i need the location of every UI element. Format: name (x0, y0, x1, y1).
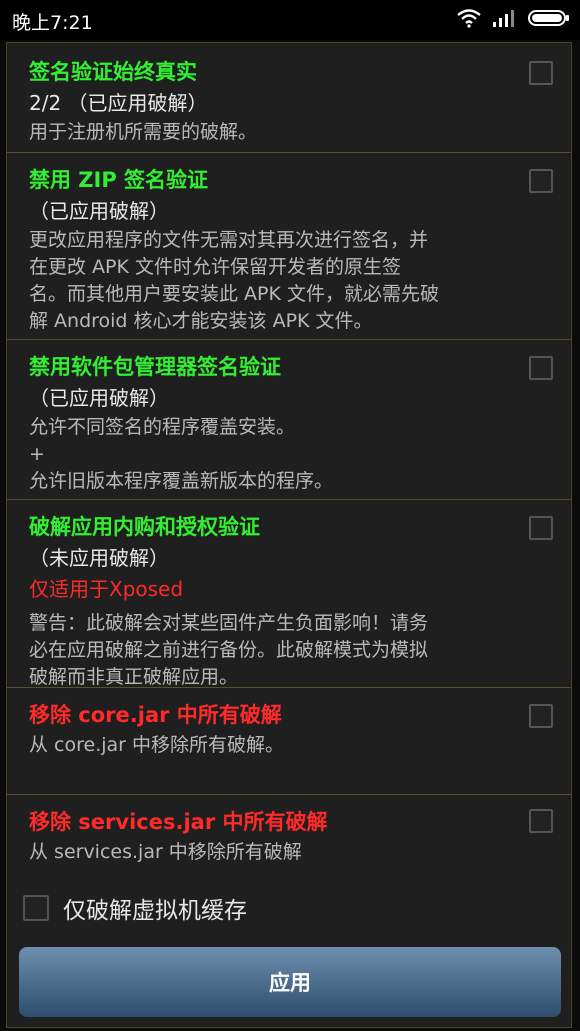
vm-cache-checkbox[interactable] (23, 895, 49, 921)
status-time: 晚上7:21 (12, 12, 93, 34)
signal-icon (493, 10, 514, 27)
option-title: 移除 services.jar 中所有破解 (29, 810, 328, 834)
option-description: 警告：此破解会对某些固件产生负面影响！请务 必在应用破解之前进行备份。此破解模式… (29, 612, 429, 688)
option-disable-pm-signature[interactable]: 禁用软件包管理器签名验证 （已应用破解） 允许不同签名的程序覆盖安装。 + 允许… (7, 340, 571, 500)
option-description: 更改应用程序的文件无需对其再次进行签名，并 在更改 APK 文件时允许保留开发者… (29, 229, 439, 332)
battery-icon (528, 10, 569, 26)
status-icons (456, 8, 570, 28)
option-checkbox[interactable] (529, 704, 553, 728)
option-description: 用于注册机所需要的破解。 (29, 121, 258, 143)
option-title: 禁用软件包管理器签名验证 (29, 355, 281, 379)
option-description: 从 core.jar 中移除所有破解。 (29, 734, 285, 756)
vm-cache-label: 仅破解虚拟机缓存 (63, 898, 247, 924)
option-checkbox[interactable] (529, 516, 553, 540)
option-disable-zip-signature[interactable]: 禁用 ZIP 签名验证 （已应用破解） 更改应用程序的文件无需对其再次进行签名，… (7, 153, 571, 340)
option-checkbox[interactable] (529, 356, 553, 380)
option-status: （未应用破解） (29, 546, 169, 570)
option-status: （已应用破解） (29, 386, 169, 410)
vm-cache-row[interactable]: 仅破解虚拟机缓存 (23, 891, 247, 925)
option-description: 从 services.jar 中移除所有破解 (29, 841, 302, 863)
wifi-icon (457, 9, 481, 28)
status-bar: 晚上7:21 (0, 0, 580, 40)
option-title: 破解应用内购和授权验证 (29, 515, 260, 539)
option-checkbox[interactable] (529, 61, 553, 85)
option-status: （已应用破解） (29, 199, 169, 223)
option-remove-core-jar[interactable]: 移除 core.jar 中所有破解 从 core.jar 中移除所有破解。 (7, 688, 571, 795)
option-checkbox[interactable] (529, 169, 553, 193)
option-warning: 仅适用于Xposed (29, 577, 184, 601)
option-status: 2/2 （已应用破解） (29, 91, 208, 115)
option-title: 禁用 ZIP 签名验证 (29, 168, 209, 192)
option-checkbox[interactable] (529, 809, 553, 833)
patch-dialog: 签名验证始终真实 2/2 （已应用破解） 用于注册机所需要的破解。 禁用 ZIP… (6, 42, 572, 1028)
option-title: 签名验证始终真实 (29, 60, 197, 84)
option-signature-always-true[interactable]: 签名验证始终真实 2/2 （已应用破解） 用于注册机所需要的破解。 (7, 43, 571, 153)
option-iap-license-patch[interactable]: 破解应用内购和授权验证 （未应用破解） 仅适用于Xposed 警告：此破解会对某… (7, 500, 571, 688)
option-description: 允许不同签名的程序覆盖安装。 + 允许旧版本程序覆盖新版本的程序。 (29, 416, 334, 492)
option-remove-services-jar[interactable]: 移除 services.jar 中所有破解 从 services.jar 中移除… (7, 795, 571, 875)
option-title: 移除 core.jar 中所有破解 (29, 703, 282, 727)
apply-button[interactable]: 应用 (19, 947, 561, 1017)
